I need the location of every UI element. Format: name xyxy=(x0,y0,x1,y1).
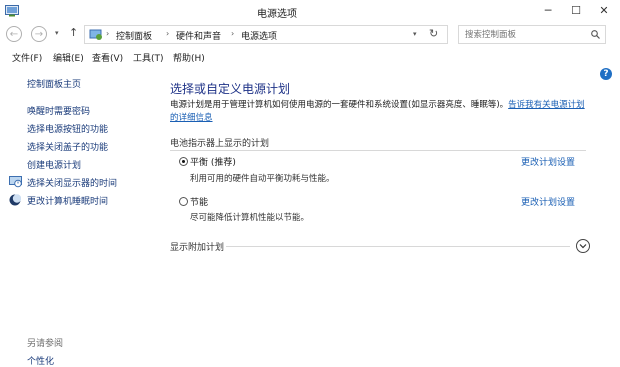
refresh-icon[interactable]: ↻ xyxy=(429,27,438,40)
sidebar-item-sleep-time[interactable]: 更改计算机睡眠时间 xyxy=(27,194,108,207)
battery-section-label: 电池指示器上显示的计划 xyxy=(170,139,270,149)
section-divider xyxy=(170,150,586,151)
breadcrumb-separator: › xyxy=(106,29,110,38)
window-title: 电源选项 xyxy=(257,9,297,20)
minimize-button[interactable]: ─ xyxy=(534,0,562,20)
breadcrumb-power-options[interactable]: 电源选项 xyxy=(241,29,277,42)
breadcrumb-control-panel[interactable]: 控制面板 xyxy=(116,29,152,42)
plan-power-saver-name[interactable]: 节能 xyxy=(190,195,208,208)
title-bar: 电源选项 ─ ☐ ✕ xyxy=(0,0,620,22)
plan-balanced-name[interactable]: 平衡 (推荐) xyxy=(190,155,236,168)
sidebar-item-create-plan[interactable]: 创建电源计划 xyxy=(27,158,81,171)
see-also-personalization[interactable]: 个性化 xyxy=(27,354,54,367)
power-options-icon xyxy=(5,5,19,17)
sidebar-home-link[interactable]: 控制面板主页 xyxy=(27,77,81,90)
plan-power-saver-description: 尽可能降低计算机性能以节能。 xyxy=(190,213,310,223)
breadcrumb-separator: › xyxy=(231,29,235,38)
expand-additional-plans-button[interactable] xyxy=(576,239,590,253)
breadcrumb-separator: › xyxy=(166,29,170,38)
display-off-icon xyxy=(9,176,22,188)
search-box[interactable] xyxy=(458,25,606,44)
show-additional-plans-label[interactable]: 显示附加计划 xyxy=(170,240,224,253)
chevron-down-icon xyxy=(579,244,587,249)
menu-tools[interactable]: 工具(T) xyxy=(133,51,164,64)
maximize-button[interactable]: ☐ xyxy=(562,0,590,20)
help-icon[interactable]: ? xyxy=(600,68,612,80)
menu-bar: 文件(F) 编辑(E) 查看(V) 工具(T) 帮助(H) xyxy=(0,50,620,65)
chevron-down-icon[interactable]: ▾ xyxy=(55,29,59,37)
up-arrow-icon[interactable]: ↑ xyxy=(69,26,78,39)
address-history-chevron-icon[interactable]: ▾ xyxy=(413,30,417,38)
search-icon[interactable] xyxy=(591,30,600,39)
see-also-label: 另请参阅 xyxy=(27,339,64,349)
plan-balanced-change-settings-link[interactable]: 更改计划设置 xyxy=(521,155,575,168)
sidebar-item-display-off-time[interactable]: 选择关闭显示器的时间 xyxy=(27,176,117,189)
menu-view[interactable]: 查看(V) xyxy=(92,51,123,64)
additional-plans-divider xyxy=(226,246,570,247)
plan-balanced-radio[interactable] xyxy=(179,157,188,166)
menu-help[interactable]: 帮助(H) xyxy=(173,51,205,64)
control-panel-icon xyxy=(89,29,102,40)
sidebar-item-lid-close[interactable]: 选择关闭盖子的功能 xyxy=(27,140,108,153)
plan-power-saver-radio[interactable] xyxy=(179,197,188,206)
address-bar[interactable]: › 控制面板 › 硬件和声音 › 电源选项 ▾ ↻ xyxy=(84,25,448,44)
plan-balanced-description: 利用可用的硬件自动平衡功耗与性能。 xyxy=(190,174,335,184)
back-arrow-icon[interactable]: ← xyxy=(6,26,22,42)
menu-file[interactable]: 文件(F) xyxy=(12,51,42,64)
navigation-bar: ← → ▾ ↑ › 控制面板 › 硬件和声音 › 电源选项 ▾ ↻ xyxy=(0,23,620,47)
intro-text: 电源计划是用于管理计算机如何使用电源的一套硬件和系统设置(如显示器亮度、睡眠等)… xyxy=(170,100,509,110)
sleep-moon-icon xyxy=(9,194,21,206)
sidebar-item-wake-password[interactable]: 唤醒时需要密码 xyxy=(27,104,90,117)
breadcrumb-hardware-sound[interactable]: 硬件和声音 xyxy=(176,29,221,42)
forward-arrow-icon[interactable]: → xyxy=(31,26,47,42)
menu-edit[interactable]: 编辑(E) xyxy=(53,51,84,64)
sidebar-item-power-button[interactable]: 选择电源按钮的功能 xyxy=(27,122,108,135)
intro-paragraph: 电源计划是用于管理计算机如何使用电源的一套硬件和系统设置(如显示器亮度、睡眠等)… xyxy=(170,99,586,125)
search-input[interactable] xyxy=(465,28,583,41)
plan-power-saver-change-settings-link[interactable]: 更改计划设置 xyxy=(521,195,575,208)
close-button[interactable]: ✕ xyxy=(590,0,618,20)
page-title: 选择或自定义电源计划 xyxy=(170,82,291,96)
